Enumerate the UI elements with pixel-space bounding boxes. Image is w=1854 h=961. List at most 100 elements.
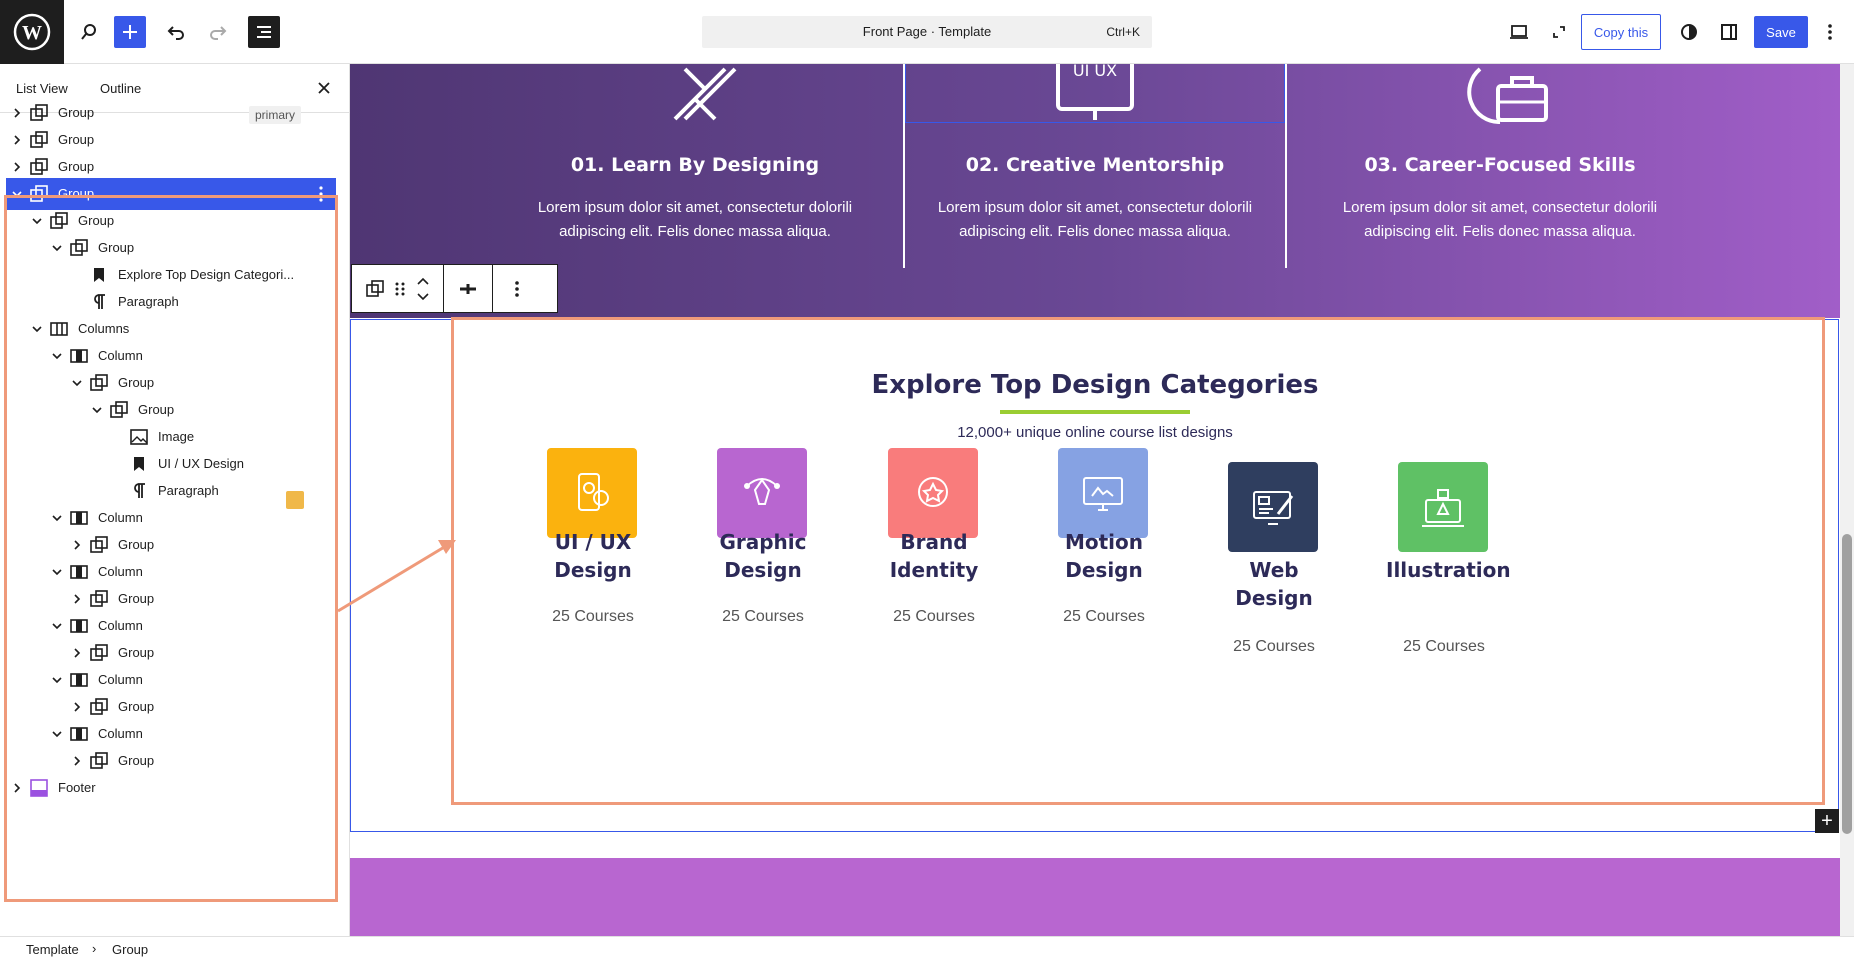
chevron-down-icon[interactable] — [50, 727, 64, 741]
feature-item[interactable]: 03. Career-Focused Skills Lorem ipsum do… — [1310, 64, 1690, 268]
breadcrumb-group[interactable]: Group — [112, 942, 148, 957]
styles-contrast-icon[interactable] — [1673, 16, 1705, 48]
chevron-down-icon[interactable] — [50, 673, 64, 687]
category-name: Web Design — [1235, 558, 1313, 610]
chevron-down-icon[interactable] — [50, 241, 64, 255]
list-view-item[interactable]: Footer — [0, 772, 349, 804]
breadcrumb-template[interactable]: Template — [26, 942, 79, 957]
svg-text:W: W — [22, 22, 42, 44]
list-view-item-label: Column — [98, 618, 143, 633]
list-view-item-label: Paragraph — [158, 483, 219, 498]
more-options-icon[interactable] — [318, 185, 324, 206]
fullscreen-icon[interactable] — [1543, 16, 1575, 48]
features-section[interactable]: 01. Learn By Designing Lorem ipsum dolor… — [350, 64, 1840, 318]
chevron-right-icon[interactable] — [70, 646, 84, 660]
document-overview-icon[interactable] — [248, 16, 280, 48]
chevron-right-icon[interactable] — [10, 106, 24, 120]
image-warning-badge — [286, 491, 304, 509]
wordpress-logo-icon[interactable]: W — [0, 0, 64, 64]
list-view-item-label: Group — [118, 375, 155, 390]
group-block-icon — [90, 536, 108, 554]
more-options-icon[interactable] — [1814, 16, 1846, 48]
category-icon — [717, 448, 807, 538]
chevron-right-icon[interactable] — [10, 781, 24, 795]
column-icon — [70, 725, 88, 743]
list-view-item-label: Column — [98, 564, 143, 579]
category-icon — [1398, 462, 1488, 552]
group-block-icon — [50, 212, 68, 230]
paragraph-icon — [130, 482, 148, 500]
ui-ux-screen-icon: UI UX — [1056, 64, 1134, 120]
settings-sidebar-icon[interactable] — [1713, 16, 1745, 48]
group-block-icon — [110, 401, 128, 419]
chevron-right-icon[interactable] — [10, 133, 24, 147]
document-title-bar[interactable]: Front Page · Template Ctrl+K — [702, 16, 1152, 48]
footer-icon — [30, 779, 48, 797]
list-view-item-label: UI / UX Design — [158, 456, 244, 471]
tab-list-view[interactable]: List View — [16, 81, 68, 96]
move-up-down-icon[interactable] — [416, 276, 430, 302]
align-icon[interactable] — [444, 265, 493, 312]
list-view-item-label: Column — [98, 510, 143, 525]
scrollbar[interactable] — [1840, 64, 1854, 936]
feature-text: Lorem ipsum dolor sit amet, consectetur … — [537, 199, 853, 240]
category-course-count: 25 Courses — [722, 608, 804, 625]
next-section[interactable] — [350, 858, 1840, 936]
category-course-count: 25 Courses — [893, 608, 975, 625]
copy-this-button[interactable]: Copy this — [1581, 14, 1661, 50]
image-icon — [130, 428, 148, 446]
chevron-down-icon[interactable] — [90, 403, 104, 417]
list-view-item-label: Column — [98, 726, 143, 741]
column-icon — [70, 617, 88, 635]
chevron-down-icon[interactable] — [50, 349, 64, 363]
desktop-preview-icon[interactable] — [1503, 16, 1535, 48]
undo-icon[interactable] — [160, 16, 192, 48]
list-view-item-label: Group — [58, 132, 95, 147]
list-view-item-label: Image — [158, 429, 195, 444]
drag-handle-icon[interactable] — [395, 281, 405, 297]
category-name: Motion Design — [1064, 530, 1144, 582]
chevron-right-icon[interactable] — [70, 700, 84, 714]
add-block-button[interactable] — [114, 16, 146, 48]
feature-item[interactable]: UI UX 02. Creative Mentorship Lorem ipsu… — [905, 64, 1285, 268]
block-mover[interactable] — [352, 265, 444, 312]
list-view-item-label: Columns — [78, 321, 130, 336]
list-view-item-label: Paragraph — [118, 294, 179, 309]
list-view-item-label: Group — [58, 186, 95, 201]
chevron-down-icon[interactable] — [50, 511, 64, 525]
chevron-down-icon[interactable] — [30, 214, 44, 228]
scroll-thumb[interactable] — [1842, 534, 1852, 834]
save-button[interactable]: Save — [1754, 16, 1808, 48]
chevron-down-icon[interactable] — [50, 619, 64, 633]
editor-top-bar: W Front Page · Template Ctrl+K Copy this… — [0, 0, 1854, 64]
command-shortcut: Ctrl+K — [1106, 25, 1140, 39]
close-icon[interactable] — [314, 78, 334, 98]
category-course-count: 25 Courses — [1403, 638, 1485, 655]
search-icon[interactable] — [73, 16, 105, 48]
redo-icon[interactable] — [202, 16, 234, 48]
feature-item[interactable]: 01. Learn By Designing Lorem ipsum dolor… — [505, 64, 885, 268]
chevron-right-icon[interactable] — [10, 160, 24, 174]
feature-title: 02. Creative Mentorship — [965, 154, 1225, 176]
category-icon — [1228, 462, 1318, 552]
category-icon — [547, 448, 637, 538]
chevron-down-icon[interactable] — [10, 187, 24, 201]
block-options-icon[interactable] — [493, 265, 541, 312]
group-block-icon — [70, 239, 88, 257]
chevron-down-icon[interactable] — [50, 565, 64, 579]
tab-outline[interactable]: Outline — [100, 81, 141, 96]
section-subtitle: 12,000+ unique online course list design… — [957, 424, 1233, 441]
chevron-down-icon[interactable] — [30, 322, 44, 336]
editor-canvas: 01. Learn By Designing Lorem ipsum dolor… — [350, 64, 1840, 936]
chevron-right-icon[interactable] — [70, 592, 84, 606]
group-block-icon[interactable] — [365, 279, 384, 298]
list-view-item-label: Group — [118, 591, 155, 606]
chevron-down-icon[interactable] — [70, 376, 84, 390]
chevron-right-icon[interactable] — [70, 754, 84, 768]
chevron-right-icon: › — [92, 941, 97, 956]
chevron-right-icon[interactable] — [70, 538, 84, 552]
category-name: Graphic Design — [719, 530, 807, 582]
list-view-item-label: Column — [98, 348, 143, 363]
block-inserter-button[interactable]: + — [1815, 809, 1839, 833]
group-block-icon — [90, 752, 108, 770]
